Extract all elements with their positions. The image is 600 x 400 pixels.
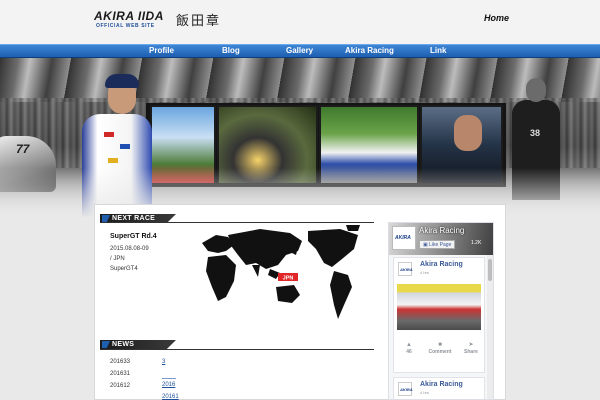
site-logo[interactable]: AKIRA IIDA OFFICIAL WEB SITE xyxy=(94,10,166,32)
fb-post-time: 4 hrs xyxy=(420,270,429,275)
fb-scrollbar-thumb[interactable] xyxy=(488,259,492,281)
heading-mark-icon xyxy=(102,341,110,348)
news-id: 201631 xyxy=(110,371,131,377)
nav-profile[interactable]: Profile xyxy=(149,46,174,55)
hero-car-number: 77 xyxy=(16,142,30,156)
fb-scrollbar[interactable] xyxy=(487,255,493,399)
world-map: JPN xyxy=(202,225,360,319)
news-heading-label: NEWS xyxy=(112,341,135,348)
fb-post-avatar[interactable]: AKIRA xyxy=(398,262,413,276)
race-series: SuperGT4 xyxy=(110,266,138,272)
fb-like-page-button[interactable]: ▣ Like Page xyxy=(419,240,456,249)
fb-comment-label: Comment xyxy=(428,349,452,355)
fb-likes-count: 1.2K xyxy=(471,240,482,246)
fb-post-avatar[interactable]: AKIRA xyxy=(398,382,413,396)
fb-post-author[interactable]: Akira Racing xyxy=(420,381,463,388)
hero-banner: 77 38 xyxy=(0,58,600,218)
nav-link[interactable]: Link xyxy=(430,46,446,55)
suit-patch xyxy=(104,132,114,137)
logo-kanji: 飯田章 xyxy=(176,14,222,29)
fb-post-time: 4 hrs xyxy=(420,390,429,395)
nav-gallery[interactable]: Gallery xyxy=(286,46,313,55)
comment-icon: ■ xyxy=(438,342,442,348)
fb-post-avatar-logo: AKIRA xyxy=(400,387,413,392)
suit-patch xyxy=(120,144,130,149)
fb-share-label: Share xyxy=(464,349,478,355)
news-rule xyxy=(100,349,374,350)
fb-comment-action[interactable]: ■ Comment xyxy=(425,342,455,356)
fb-like-page-label: Like Page xyxy=(429,242,452,248)
logo-title: AKIRA IIDA xyxy=(94,9,164,23)
logo-subtitle: OFFICIAL WEB SITE xyxy=(96,23,155,29)
fb-post: AKIRA Akira Racing 4 hrs xyxy=(393,377,485,399)
fb-post-photo[interactable] xyxy=(397,284,481,330)
fb-post-actions: ▲ 46 ■ Comment ➤ Share xyxy=(394,340,486,360)
crew-number: 38 xyxy=(530,128,541,138)
share-icon: ➤ xyxy=(468,342,474,348)
fb-post-author[interactable]: Akira Racing xyxy=(420,261,463,268)
fb-share-action[interactable]: ➤ Share xyxy=(456,342,486,356)
fb-like-count: 46 xyxy=(406,349,412,355)
fb-post: AKIRA Akira Racing 4 hrs ▲ 46 ■ Comment … xyxy=(393,257,485,373)
fb-page-avatar[interactable]: AKIRA xyxy=(392,226,416,250)
news-id: 201633 xyxy=(110,359,131,365)
world-map-continents xyxy=(202,225,360,319)
map-marker-label: JPN xyxy=(283,276,294,282)
news-heading: NEWS xyxy=(100,340,176,349)
thumbs-up-icon: ▲ xyxy=(406,342,412,348)
nav-blog[interactable]: Blog xyxy=(222,46,240,55)
race-title: SuperGT Rd.4 xyxy=(110,233,157,240)
news-link[interactable]: 3 xyxy=(162,359,165,365)
race-date: 2015.08.08-09 xyxy=(110,246,149,252)
news-id: 201612 xyxy=(110,383,131,389)
home-link[interactable]: Home xyxy=(484,13,509,23)
fb-avatar-logo: AKIRA xyxy=(395,235,411,241)
next-race-rule xyxy=(100,222,374,223)
news-link[interactable]: 2016 xyxy=(162,382,175,388)
main-nav: Profile Blog Gallery Akira Racing Link xyxy=(0,44,600,58)
portrait-face xyxy=(454,115,482,151)
driver-cap xyxy=(105,74,139,88)
fb-page-name[interactable]: Akira Racing xyxy=(419,226,464,235)
fb-post-avatar-logo: AKIRA xyxy=(400,267,413,272)
news-separator xyxy=(162,378,176,379)
site-header: AKIRA IIDA OFFICIAL WEB SITE 飯田章 Home xyxy=(0,0,600,44)
fb-like-action[interactable]: ▲ 46 xyxy=(394,342,424,356)
heading-mark-icon xyxy=(102,215,110,222)
news-link[interactable]: 20161 xyxy=(162,394,179,400)
facebook-widget: AKIRA Akira Racing ▣ Like Page 1.2K AKIR… xyxy=(388,222,494,400)
crew-head xyxy=(526,78,546,102)
nav-akira-racing[interactable]: Akira Racing xyxy=(345,46,394,55)
suit-patch xyxy=(108,158,118,163)
race-location: / JPN xyxy=(110,256,125,262)
